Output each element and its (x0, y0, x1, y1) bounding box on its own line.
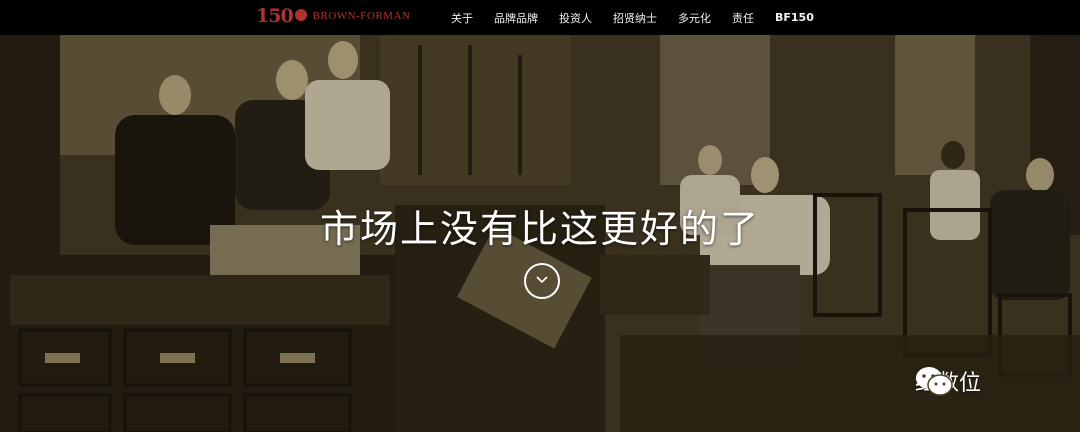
logo-wordmark: BROWN-FORMAN (312, 10, 411, 22)
nav-item-brands[interactable]: 品牌品牌 (494, 10, 538, 26)
nav-item-careers[interactable]: 招贤纳士 (613, 10, 657, 26)
logo-150: 150 (256, 5, 294, 27)
nav-item-bf150[interactable]: BF150 (775, 11, 814, 24)
nav-item-about[interactable]: 关于 (451, 10, 473, 26)
wechat-watermark: 红数位 (915, 365, 981, 397)
scroll-down-button[interactable] (524, 263, 560, 299)
top-nav-bar: 150 BROWN-FORMAN 关于 品牌品牌 投资人 招贤纳士 多元化 责任… (0, 0, 1080, 35)
logo-badge-icon (294, 9, 307, 21)
page: 150 BROWN-FORMAN 关于 品牌品牌 投资人 招贤纳士 多元化 责任… (0, 0, 1080, 432)
hero-banner: 市场上没有比这更好的了 红数位 (0, 35, 1080, 432)
nav-item-diversity[interactable]: 多元化 (678, 10, 711, 26)
hero-headline: 市场上没有比这更好的了 (319, 207, 760, 251)
nav-item-investors[interactable]: 投资人 (559, 10, 592, 26)
wechat-icon (916, 367, 953, 396)
nav-item-responsibility[interactable]: 责任 (732, 10, 754, 26)
brown-forman-logo[interactable]: 150 BROWN-FORMAN (256, 5, 410, 27)
main-nav: 关于 品牌品牌 投资人 招贤纳士 多元化 责任 BF150 (451, 0, 835, 35)
chevron-down-icon (536, 276, 548, 284)
